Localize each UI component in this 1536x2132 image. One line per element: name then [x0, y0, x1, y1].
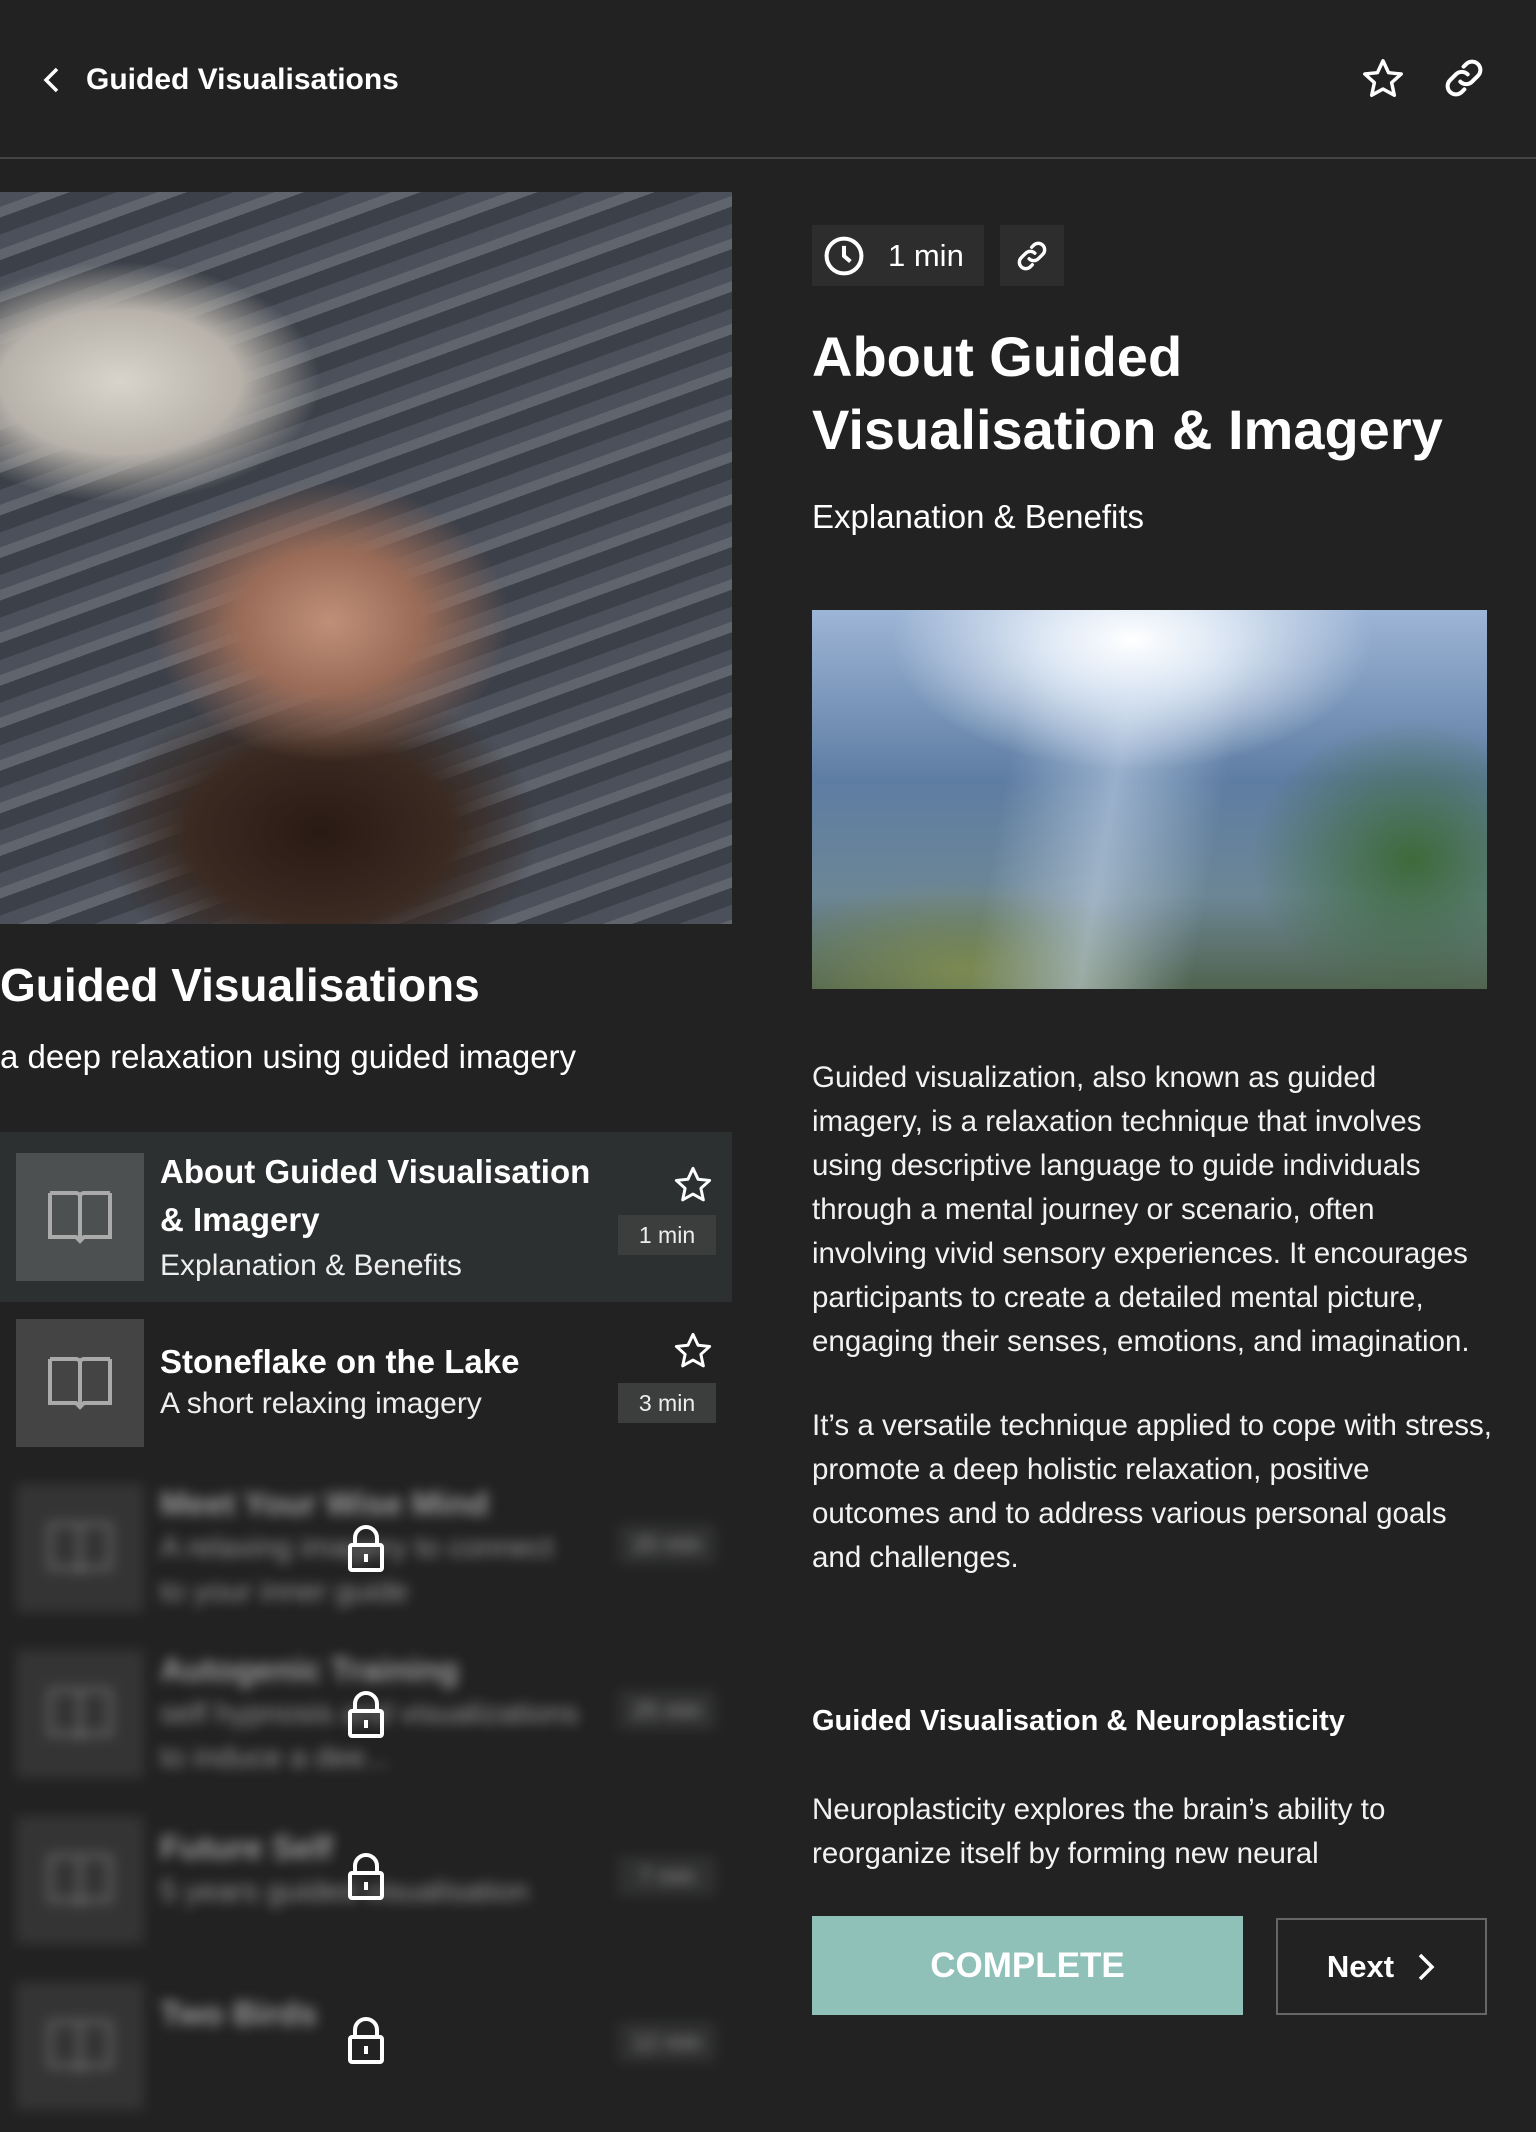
- list-item-locked[interactable]: Meet Your Wise Mind A relaxing imagery t…: [0, 1468, 732, 1634]
- item-thumbnail: [16, 1650, 144, 1778]
- header-divider: [0, 157, 1536, 159]
- item-thumbnail: [16, 1153, 144, 1281]
- item-thumbnail: [16, 1319, 144, 1447]
- collection-subtitle: a deep relaxation using guided imagery: [0, 1038, 577, 1075]
- copy-link-button[interactable]: [999, 225, 1064, 286]
- duration-badge: 3 min: [618, 1383, 716, 1423]
- detail-meta-bar: 1 min: [812, 225, 1064, 286]
- duration-badge: 12 min: [618, 2022, 716, 2062]
- lock-icon: [348, 1691, 384, 1738]
- item-subtitle: A short relaxing imagery: [160, 1387, 482, 1420]
- lock-icon: [348, 2017, 384, 2064]
- item-title: Stoneflake on the Lake: [160, 1343, 520, 1380]
- list-item-locked[interactable]: Two Birds 12 min: [0, 1966, 732, 2132]
- duration-badge: 7 min: [618, 1856, 716, 1896]
- clock-icon: [824, 236, 864, 275]
- book-icon: [48, 1688, 112, 1741]
- detail-paragraph: Neuroplasticity explores the brain’s abi…: [812, 1793, 1386, 1870]
- item-title: Autogenic Training: [160, 1651, 459, 1688]
- section-heading: Guided Visualisation & Neuroplasticity: [812, 1705, 1345, 1737]
- detail-paragraph: Guided visualization, also known as guid…: [812, 1061, 1470, 1358]
- chevron-left-icon: [43, 67, 59, 93]
- duration-badge: 25 min: [618, 1690, 716, 1730]
- complete-button[interactable]: COMPLETE: [812, 1916, 1243, 2015]
- list-item[interactable]: About Guided Visualisation & Imagery Exp…: [0, 1132, 732, 1302]
- collection-cover-image: [0, 192, 732, 924]
- book-icon: [48, 1854, 112, 1907]
- duration-badge: 1 min: [618, 1215, 716, 1255]
- duration-chip: 1 min: [812, 225, 984, 286]
- item-thumbnail: [16, 1982, 144, 2110]
- list-item-locked[interactable]: Autogenic Training self hypnosis and vis…: [0, 1634, 732, 1800]
- detail-image: [812, 610, 1487, 989]
- item-title: Meet Your Wise Mind: [160, 1485, 489, 1522]
- item-subtitle: Explanation & Benefits: [160, 1249, 462, 1282]
- book-icon: [48, 1357, 112, 1410]
- detail-subtitle: Explanation & Benefits: [812, 498, 1145, 535]
- star-icon[interactable]: [672, 1330, 714, 1372]
- lock-icon: [348, 1853, 384, 1900]
- link-icon[interactable]: [1442, 56, 1486, 100]
- item-title: About Guided Visualisation & Imagery: [160, 1153, 591, 1238]
- item-thumbnail: [16, 1816, 144, 1944]
- detail-paragraph: It’s a versatile technique applied to co…: [812, 1409, 1492, 1574]
- book-icon: [48, 1522, 112, 1575]
- star-icon[interactable]: [672, 1164, 714, 1206]
- duration-badge: 20 min: [618, 1524, 716, 1564]
- item-thumbnail: [16, 1484, 144, 1612]
- chevron-right-icon: [1418, 1953, 1435, 1980]
- book-icon: [48, 2020, 112, 2073]
- lock-icon: [348, 1525, 384, 1572]
- collection-title: Guided Visualisations: [0, 959, 480, 1011]
- duration-text: 1 min: [888, 237, 964, 273]
- link-icon: [1017, 241, 1047, 270]
- header-title: Guided Visualisations: [86, 63, 399, 96]
- list-item[interactable]: Stoneflake on the Lake A short relaxing …: [0, 1302, 732, 1468]
- next-label: Next: [1326, 1948, 1395, 1984]
- list-item-locked[interactable]: Future Self 5 years guided visualisation…: [0, 1800, 732, 1966]
- star-icon[interactable]: [1360, 56, 1406, 102]
- detail-title: About Guided Visualisation & Imagery: [812, 325, 1443, 461]
- next-button[interactable]: Next: [1276, 1918, 1487, 2015]
- book-icon: [48, 1191, 112, 1244]
